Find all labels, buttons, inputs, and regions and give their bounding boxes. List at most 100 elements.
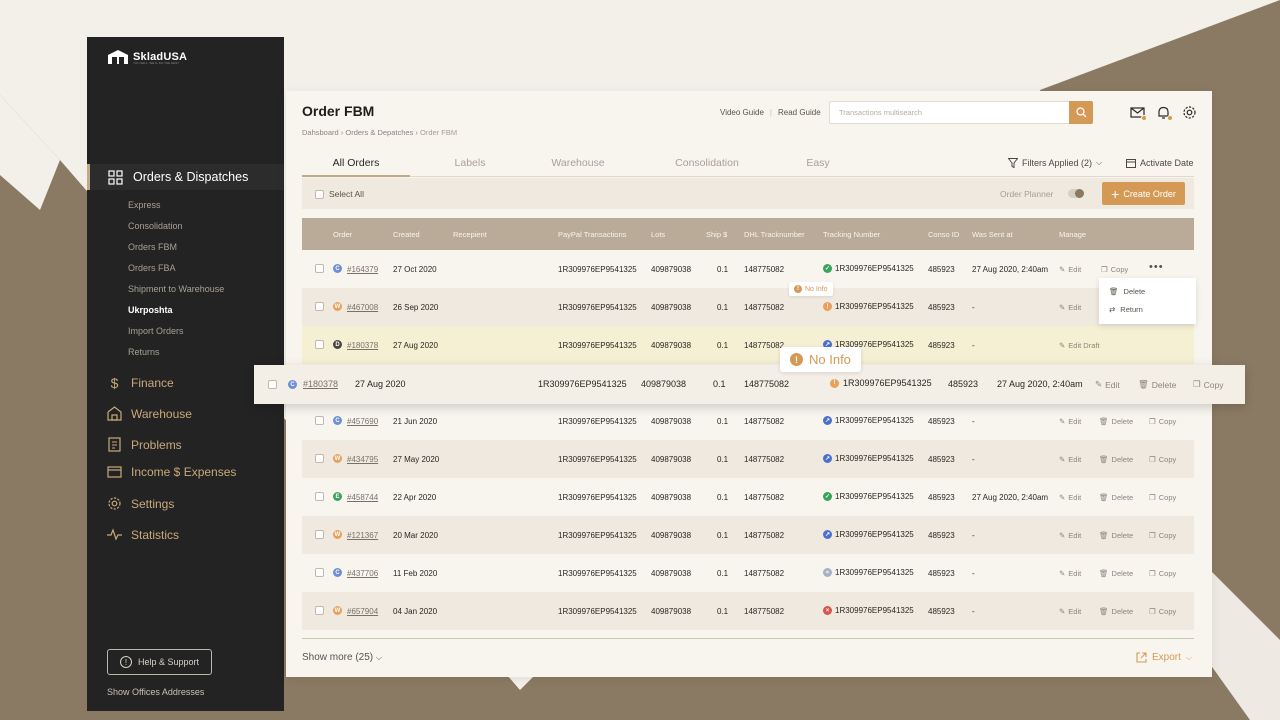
delete-button[interactable]: 🗑 Delete bbox=[1099, 493, 1133, 502]
row-checkbox[interactable] bbox=[315, 606, 324, 615]
subnav-item-orders-fba[interactable]: Orders FBA bbox=[128, 263, 224, 284]
copy-button[interactable]: ❐ Copy bbox=[1149, 607, 1176, 616]
activate-date-button[interactable]: Activate Date bbox=[1126, 158, 1194, 168]
tab-easy[interactable]: Easy bbox=[770, 157, 866, 169]
order-link[interactable]: #434795 bbox=[347, 455, 378, 464]
mail-icon[interactable] bbox=[1130, 105, 1147, 121]
order-link[interactable]: #467008 bbox=[347, 303, 378, 312]
show-offices-link[interactable]: Show Offices Addresses bbox=[107, 687, 204, 697]
column-created[interactable]: Created bbox=[393, 230, 420, 239]
tab-labels[interactable]: Labels bbox=[422, 157, 518, 169]
video-guide-link[interactable]: Video Guide bbox=[720, 108, 764, 117]
subnav-item-shipment-to-warehouse[interactable]: Shipment to Warehouse bbox=[128, 284, 224, 305]
read-guide-link[interactable]: Read Guide bbox=[778, 108, 821, 117]
expanded-row[interactable]: C #180378 27 Aug 2020 1R309976EP9541325 … bbox=[254, 365, 1245, 404]
sidebar-item-orders-dispatches[interactable]: Orders & Dispatches bbox=[87, 164, 284, 190]
subnav-item-import-orders[interactable]: Import Orders bbox=[128, 326, 224, 347]
order-link[interactable]: #458744 bbox=[347, 493, 378, 502]
sidebar-item-statistics[interactable]: Statistics bbox=[107, 527, 179, 542]
row-checkbox[interactable] bbox=[268, 380, 277, 389]
more-actions-icon[interactable]: ••• bbox=[1149, 261, 1164, 273]
table-row[interactable]: C #457690 21 Jun 2020 1R309976EP9541325 4098… bbox=[302, 402, 1194, 440]
edit-button[interactable]: ✎ Edit bbox=[1059, 455, 1081, 464]
menu-item-delete[interactable]: 🗑 Delete bbox=[1109, 287, 1145, 296]
sidebar-item-problems[interactable]: Problems bbox=[107, 437, 182, 452]
subnav-item-ukrposhta[interactable]: Ukrposhta bbox=[128, 305, 224, 326]
select-all-checkbox[interactable] bbox=[315, 189, 324, 199]
delete-button[interactable]: 🗑 Delete bbox=[1099, 569, 1133, 578]
help-support-button[interactable]: ! Help & Support bbox=[107, 649, 212, 675]
column-recepient[interactable]: Recepient bbox=[453, 230, 487, 239]
edit-button[interactable]: ✎ Edit bbox=[1059, 493, 1081, 502]
delete-button[interactable]: 🗑 Delete bbox=[1099, 531, 1133, 540]
row-checkbox[interactable] bbox=[315, 264, 324, 273]
delete-button[interactable]: 🗑 Delete bbox=[1099, 417, 1133, 426]
column-lots[interactable]: Lots bbox=[651, 230, 665, 239]
delete-button[interactable]: 🗑 Delete bbox=[1099, 455, 1133, 464]
row-checkbox[interactable] bbox=[315, 340, 324, 349]
sidebar-item-warehouse[interactable]: Warehouse bbox=[107, 406, 192, 421]
copy-button[interactable]: ❐ Copy bbox=[1101, 265, 1128, 274]
copy-button[interactable]: ❐ Copy bbox=[1149, 493, 1176, 502]
copy-button[interactable]: ❐ Copy bbox=[1149, 417, 1176, 426]
tab-warehouse[interactable]: Warehouse bbox=[530, 157, 626, 169]
column-tracking[interactable]: Tracking Number bbox=[823, 230, 880, 239]
column-ship[interactable]: Ship $ bbox=[706, 230, 727, 239]
sidebar-item-income-expenses[interactable]: Income $ Expenses bbox=[107, 464, 236, 479]
edit-button[interactable]: ✎ Edit bbox=[1059, 531, 1081, 540]
copy-button[interactable]: ❐ Copy bbox=[1149, 531, 1176, 540]
subnav-item-express[interactable]: Express bbox=[128, 200, 224, 221]
tab-all-orders[interactable]: All Orders bbox=[302, 157, 410, 169]
table-row[interactable]: W #657904 04 Jan 2020 1R309976EP9541325 4098… bbox=[302, 592, 1194, 630]
row-checkbox[interactable] bbox=[315, 530, 324, 539]
show-more-button[interactable]: Show more (25) ⌵ bbox=[302, 652, 382, 663]
sidebar-item-settings[interactable]: Settings bbox=[107, 496, 174, 511]
breadcrumb-dashboard[interactable]: Dahsboard bbox=[302, 128, 339, 137]
order-link[interactable]: #180378 bbox=[303, 379, 338, 389]
search-button[interactable] bbox=[1069, 101, 1093, 124]
subnav-item-orders-fbm[interactable]: Orders FBM bbox=[128, 242, 224, 263]
row-checkbox[interactable] bbox=[315, 454, 324, 463]
delete-button[interactable]: 🗑 Delete bbox=[1099, 607, 1133, 616]
row-checkbox[interactable] bbox=[315, 416, 324, 425]
edit-button[interactable]: ✎ Edit bbox=[1059, 265, 1081, 274]
filters-dropdown[interactable]: Filters Applied (2) ⌵ bbox=[1008, 158, 1102, 168]
order-planner-toggle[interactable] bbox=[1068, 189, 1084, 198]
order-link[interactable]: #121367 bbox=[347, 531, 378, 540]
table-row[interactable]: W #121367 20 Mar 2020 1R309976EP9541325 4098… bbox=[302, 516, 1194, 554]
search-input[interactable] bbox=[830, 102, 1066, 123]
row-checkbox[interactable] bbox=[315, 302, 324, 311]
subnav-item-consolidation[interactable]: Consolidation bbox=[128, 221, 224, 242]
edit-button[interactable]: ✎ Edit bbox=[1059, 303, 1081, 312]
row-checkbox[interactable] bbox=[315, 568, 324, 577]
table-row[interactable]: W #434795 27 May 2020 1R309976EP9541325 4098… bbox=[302, 440, 1194, 478]
column-conso[interactable]: Conso ID bbox=[928, 230, 959, 239]
copy-button[interactable]: ❐ Copy bbox=[1149, 569, 1176, 578]
row-checkbox[interactable] bbox=[315, 492, 324, 501]
order-link[interactable]: #657904 bbox=[347, 607, 378, 616]
copy-button[interactable]: ❐ Copy bbox=[1193, 379, 1223, 390]
breadcrumb-orders[interactable]: Orders & Depatches bbox=[345, 128, 413, 137]
table-row[interactable]: E #458744 22 Apr 2020 1R309976EP9541325 4098… bbox=[302, 478, 1194, 516]
table-row[interactable]: D #180378 27 Aug 2020 1R309976EP9541325 4098… bbox=[302, 326, 1194, 364]
order-link[interactable]: #437706 bbox=[347, 569, 378, 578]
column-dhl[interactable]: DHL Tracknumber bbox=[744, 230, 805, 239]
sidebar-item-finance[interactable]: $ Finance bbox=[107, 375, 174, 391]
edit-button[interactable]: ✎ Edit bbox=[1095, 379, 1120, 390]
order-link[interactable]: #457690 bbox=[347, 417, 378, 426]
edit-button[interactable]: ✎ Edit bbox=[1059, 569, 1081, 578]
gear-icon[interactable] bbox=[1182, 105, 1197, 120]
bell-icon[interactable] bbox=[1156, 105, 1173, 121]
select-all[interactable]: Select All bbox=[315, 189, 364, 199]
column-sent[interactable]: Was Sent at bbox=[972, 230, 1013, 239]
order-link[interactable]: #164379 bbox=[347, 265, 378, 274]
table-row[interactable]: C #164379 27 Oct 2020 1R309976EP9541325 4098… bbox=[302, 250, 1194, 288]
order-link[interactable]: #180378 bbox=[347, 341, 378, 350]
create-order-button[interactable]: + Create Order bbox=[1102, 182, 1185, 205]
column-order[interactable]: Order bbox=[333, 230, 352, 239]
table-row[interactable]: C #437706 11 Feb 2020 1R309976EP9541325 4098… bbox=[302, 554, 1194, 592]
copy-button[interactable]: ❐ Copy bbox=[1149, 455, 1176, 464]
edit-button[interactable]: ✎ Edit bbox=[1059, 417, 1081, 426]
table-row[interactable]: W #467008 26 Sep 2020 1R309976EP9541325 4098… bbox=[302, 288, 1194, 326]
column-paypal[interactable]: PayPal Transactions bbox=[558, 230, 626, 239]
